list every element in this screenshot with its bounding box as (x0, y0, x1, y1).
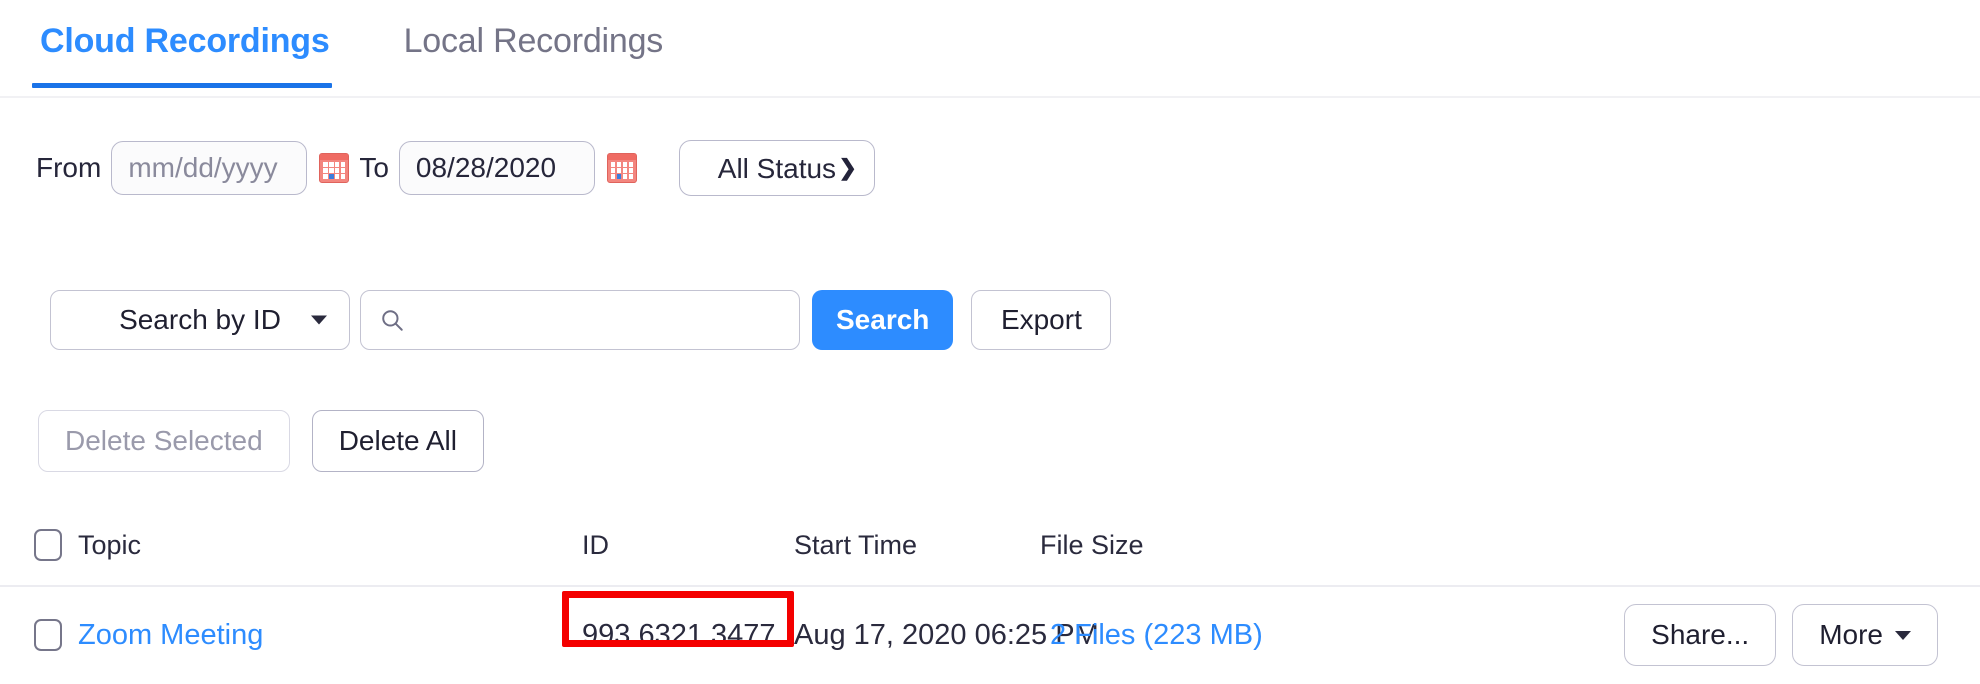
bulk-actions-row: Delete Selected Delete All (38, 410, 484, 472)
header-start-time-cell: Start Time (794, 530, 1040, 561)
tab-cloud-recordings-label: Cloud Recordings (40, 22, 330, 60)
to-date-input[interactable] (398, 141, 595, 195)
status-select[interactable]: All Status (678, 140, 875, 196)
recording-files-link[interactable]: 2 Files (223 MB) (1050, 619, 1263, 651)
table-header-row: Topic ID Start Time File Size (0, 505, 1980, 587)
meeting-id-value: 993 6321 3477 (582, 618, 776, 651)
more-button-label: More (1819, 619, 1883, 650)
search-by-label: Search by ID (119, 304, 281, 335)
tab-cloud-recordings[interactable]: Cloud Recordings (32, 14, 334, 88)
search-by-dropdown[interactable]: Search by ID (50, 290, 350, 350)
row-file-size-cell: 2 Files (223 MB) (1040, 619, 1460, 652)
recordings-table: Topic ID Start Time File Size Zoom Meeti… (0, 505, 1980, 683)
from-calendar-icon[interactable] (319, 153, 350, 183)
header-file-size-cell: File Size (1040, 530, 1460, 561)
table-row: Zoom Meeting 993 6321 3477 Aug 17, 2020 … (0, 587, 1980, 683)
search-row: Search by ID Search Export (50, 290, 1112, 350)
delete-selected-button[interactable]: Delete Selected (38, 410, 290, 472)
tab-local-recordings[interactable]: Local Recordings (400, 14, 668, 88)
search-input[interactable] (417, 292, 777, 348)
select-all-cell (0, 529, 62, 561)
to-label: To (359, 152, 389, 183)
to-calendar-icon[interactable] (606, 153, 637, 183)
search-button[interactable]: Search (812, 290, 954, 350)
meeting-id-holder: 993 6321 3477 (562, 590, 794, 652)
tab-list: Cloud Recordings Local Recordings (32, 14, 733, 88)
tab-local-recordings-label: Local Recordings (403, 22, 664, 60)
share-button[interactable]: Share... (1624, 604, 1777, 666)
header-topic-cell: Topic (54, 530, 582, 561)
header-file-size-label: File Size (1040, 529, 1144, 560)
delete-all-button[interactable]: Delete All (311, 410, 484, 472)
row-actions-cell: Share... More (1460, 604, 1980, 666)
search-field-wrapper (360, 290, 800, 350)
search-icon (382, 310, 403, 331)
status-select-wrapper: All Status ❯ (647, 140, 875, 196)
header-topic-label: Topic (78, 529, 142, 560)
row-start-time-cell: Aug 17, 2020 06:25 PM (794, 619, 1099, 652)
from-label: From (36, 152, 102, 183)
header-start-time-label: Start Time (794, 529, 918, 560)
row-id-cell: 993 6321 3477 (562, 590, 794, 652)
header-id-cell: ID (582, 530, 794, 561)
triangle-down-icon (1895, 630, 1911, 640)
recordings-tabbar: Cloud Recordings Local Recordings (0, 0, 1980, 98)
tabbar-divider (0, 96, 1980, 98)
export-button[interactable]: Export (971, 290, 1112, 350)
more-button[interactable]: More (1792, 604, 1938, 666)
date-filter-row: From To All Status ❯ (36, 138, 875, 198)
from-date-input[interactable] (111, 141, 308, 195)
row-select-cell (0, 619, 62, 651)
cloud-recordings-page: Cloud Recordings Local Recordings From T… (0, 0, 1980, 684)
triangle-down-icon (311, 315, 327, 325)
row-topic-cell: Zoom Meeting (54, 619, 582, 652)
recording-topic-link[interactable]: Zoom Meeting (78, 619, 263, 651)
header-id-label: ID (582, 529, 609, 560)
